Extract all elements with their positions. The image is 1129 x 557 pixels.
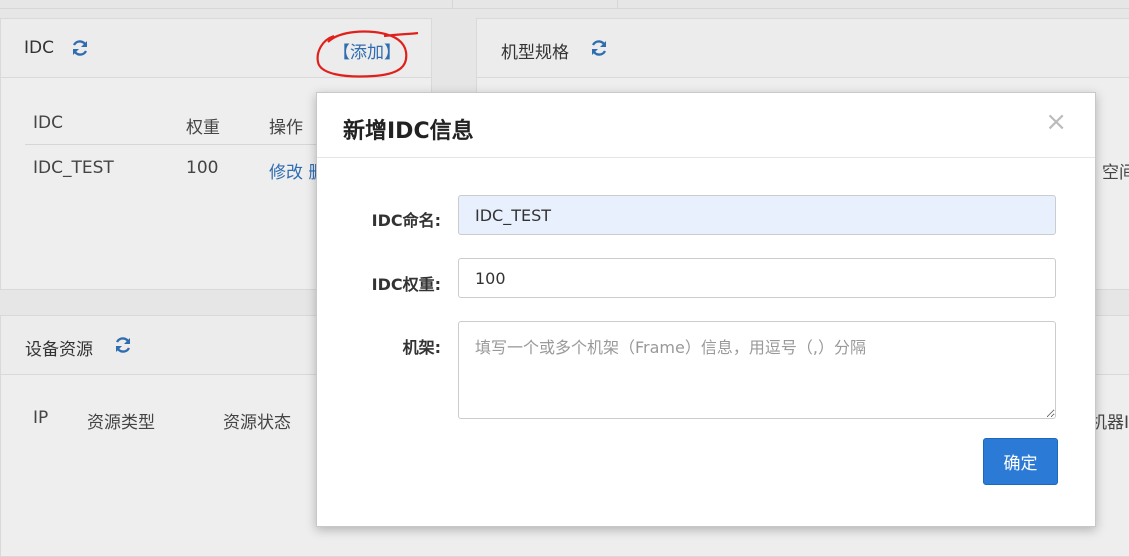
idc-panel-title: IDC <box>24 38 54 58</box>
idc-row-weight: 100 <box>186 158 219 178</box>
idc-weight-input[interactable] <box>458 258 1056 298</box>
confirm-button[interactable]: 确定 <box>983 438 1058 485</box>
spec-column-partial: 空间 <box>1102 163 1129 183</box>
close-icon[interactable]: × <box>1045 107 1067 137</box>
spec-panel-header <box>477 19 1129 78</box>
modal-title: 新增IDC信息 <box>343 119 474 144</box>
tab-edge <box>617 0 618 9</box>
column-header-resource-status: 资源状态 <box>223 413 291 433</box>
spec-panel-title: 机型规格 <box>501 43 569 63</box>
idc-weight-label: IDC权重: <box>371 275 441 294</box>
column-header-resource-type: 资源类型 <box>87 413 155 433</box>
device-panel-title: 设备资源 <box>25 340 93 360</box>
column-header-weight: 权重 <box>186 118 220 138</box>
column-header-ip: IP <box>33 408 49 428</box>
column-header-idc: IDC <box>33 113 63 133</box>
column-header-actions: 操作 <box>269 118 303 138</box>
idc-row-name: IDC_TEST <box>33 158 114 178</box>
rack-label: 机架: <box>402 338 441 357</box>
rack-textarea[interactable] <box>458 321 1056 419</box>
red-annotation-circle-icon <box>316 30 419 78</box>
idc-name-input[interactable] <box>458 195 1056 235</box>
tab-edge <box>452 0 453 9</box>
refresh-icon[interactable] <box>113 335 133 355</box>
top-divider <box>0 8 1129 9</box>
refresh-icon[interactable] <box>70 38 90 58</box>
add-idc-modal: 新增IDC信息 × IDC命名: IDC权重: 机架: 确定 <box>316 92 1096 527</box>
idc-name-label: IDC命名: <box>371 211 441 230</box>
modal-header-divider <box>317 157 1095 158</box>
refresh-icon[interactable] <box>589 38 609 58</box>
